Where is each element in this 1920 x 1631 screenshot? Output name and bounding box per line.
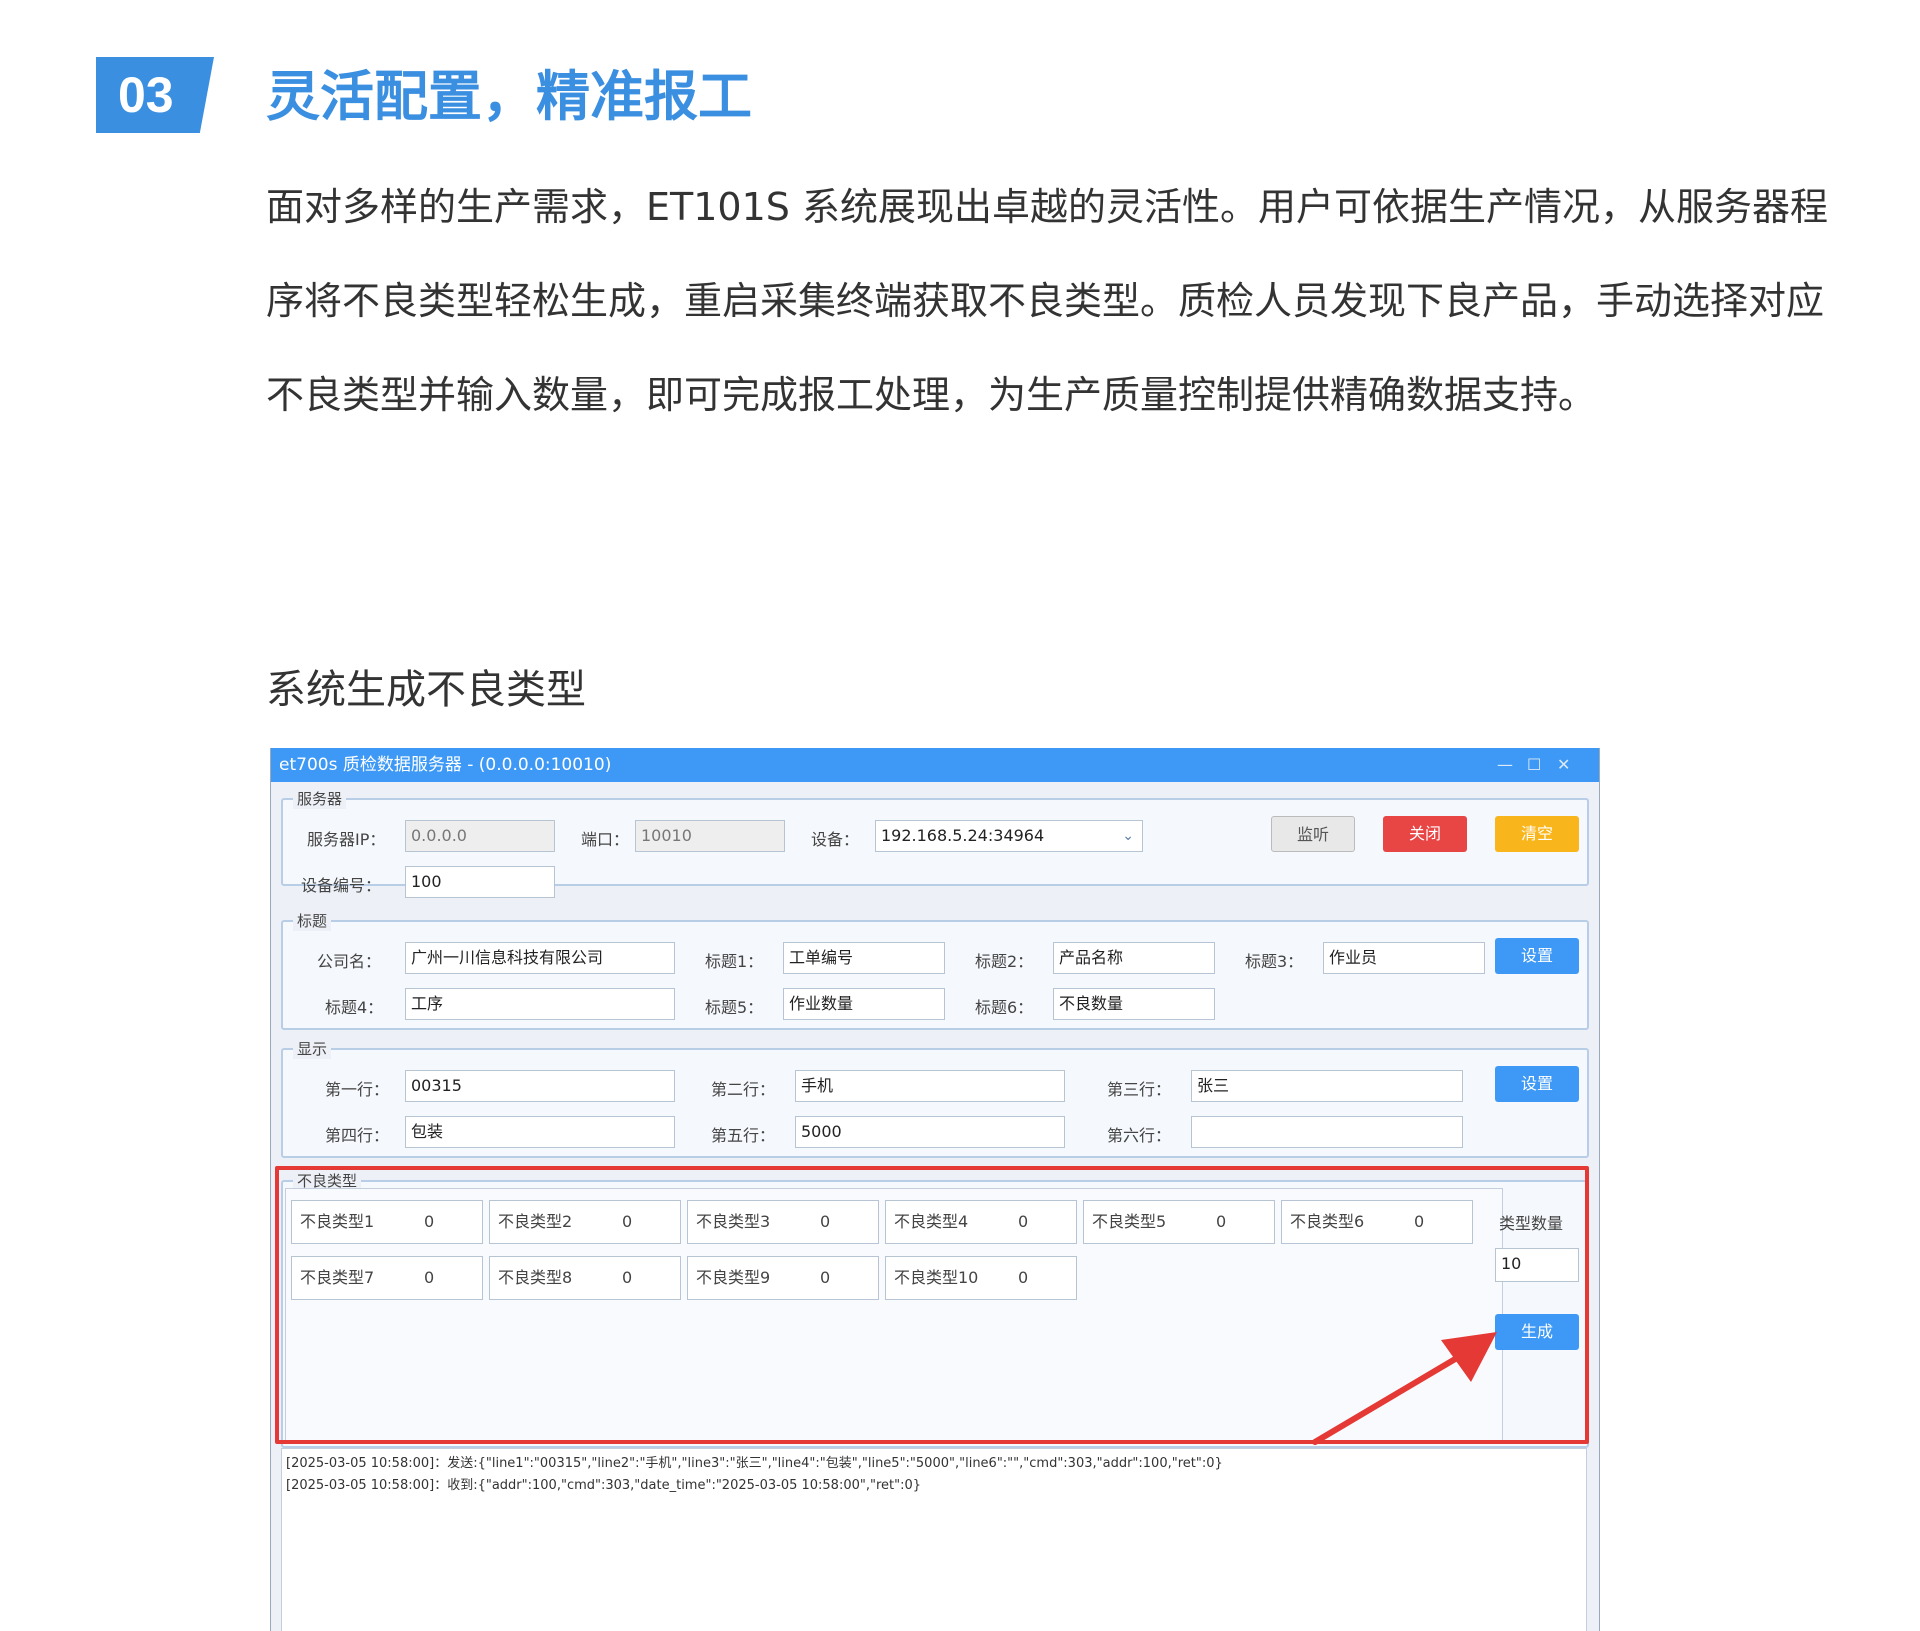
row1-field[interactable]: 00315	[405, 1070, 675, 1102]
company-field[interactable]: 广州一川信息科技有限公司	[405, 942, 675, 974]
intro-paragraph: 面对多样的生产需求，ET101S 系统展现出卓越的灵活性。用户可依据生产情况，从…	[266, 185, 1828, 417]
minimize-icon[interactable]: —	[1497, 748, 1513, 782]
row4-field[interactable]: 包装	[405, 1116, 675, 1148]
clear-button[interactable]: 清空	[1495, 816, 1579, 852]
server-ip-label: 服务器IP：	[307, 830, 386, 849]
title5-field[interactable]: 作业数量	[783, 988, 945, 1020]
display-set-button[interactable]: 设置	[1495, 1066, 1579, 1102]
row6-field[interactable]	[1191, 1116, 1463, 1148]
section-title: 灵活配置，精准报工	[266, 65, 752, 128]
title3-label: 标题3：	[1245, 952, 1304, 971]
app-window: et700s 质检数据服务器 - (0.0.0.0:10010) — ☐ ✕ 服…	[270, 748, 1600, 1631]
company-label: 公司名：	[317, 952, 382, 971]
title3-field[interactable]: 作业员	[1323, 942, 1485, 974]
log-line: [2025-03-05 10:58:00]：收到:{"addr":100,"cm…	[286, 1478, 922, 1493]
device-no-field[interactable]: 100	[405, 866, 555, 898]
server-ip-field[interactable]: 0.0.0.0	[405, 820, 555, 852]
title4-label: 标题4：	[325, 998, 384, 1017]
section-number-badge: 03	[96, 57, 214, 133]
title4-field[interactable]: 工序	[405, 988, 675, 1020]
log-line: [2025-03-05 10:58:00]：发送:{"line1":"00315…	[286, 1456, 1223, 1471]
row2-field[interactable]: 手机	[795, 1070, 1065, 1102]
window-titlebar: et700s 质检数据服务器 - (0.0.0.0:10010)	[271, 748, 1599, 782]
row2-label: 第二行：	[711, 1080, 776, 1099]
close-button[interactable]: 关闭	[1383, 816, 1467, 852]
device-no-label: 设备编号：	[301, 876, 382, 895]
window-title: et700s 质检数据服务器 - (0.0.0.0:10010)	[279, 755, 612, 775]
title1-field[interactable]: 工单编号	[783, 942, 945, 974]
log-panel[interactable]: [2025-03-05 10:58:00]：发送:{"line1":"00315…	[281, 1448, 1587, 1631]
row4-label: 第四行：	[325, 1126, 390, 1145]
row1-label: 第一行：	[325, 1080, 390, 1099]
title2-field[interactable]: 产品名称	[1053, 942, 1215, 974]
display-group-label: 显示	[293, 1038, 332, 1059]
titles-group-label: 标题	[293, 910, 332, 931]
pointer-arrow-icon	[1312, 1332, 1497, 1445]
title6-field[interactable]: 不良数量	[1053, 988, 1215, 1020]
row5-label: 第五行：	[711, 1126, 776, 1145]
maximize-icon[interactable]: ☐	[1527, 748, 1541, 782]
titles-set-button[interactable]: 设置	[1495, 938, 1579, 974]
title1-label: 标题1：	[705, 952, 764, 971]
chevron-down-icon: ⌄	[1122, 828, 1134, 844]
server-group-label: 服务器	[293, 788, 347, 809]
device-dropdown[interactable]: 192.168.5.24:34964 ⌄	[875, 820, 1143, 852]
row5-field[interactable]: 5000	[795, 1116, 1065, 1148]
row6-label: 第六行：	[1107, 1126, 1172, 1145]
title2-label: 标题2：	[975, 952, 1034, 971]
title5-label: 标题5：	[705, 998, 764, 1017]
close-icon[interactable]: ✕	[1557, 748, 1570, 782]
listen-button[interactable]: 监听	[1271, 816, 1355, 852]
row3-label: 第三行：	[1107, 1080, 1172, 1099]
port-label: 端口：	[581, 830, 630, 849]
row3-field[interactable]: 张三	[1191, 1070, 1463, 1102]
title6-label: 标题6：	[975, 998, 1034, 1017]
device-label: 设备：	[811, 830, 860, 849]
port-field[interactable]: 10010	[635, 820, 785, 852]
screenshot-caption: 系统生成不良类型	[266, 667, 586, 713]
device-dropdown-value: 192.168.5.24:34964	[881, 826, 1045, 845]
